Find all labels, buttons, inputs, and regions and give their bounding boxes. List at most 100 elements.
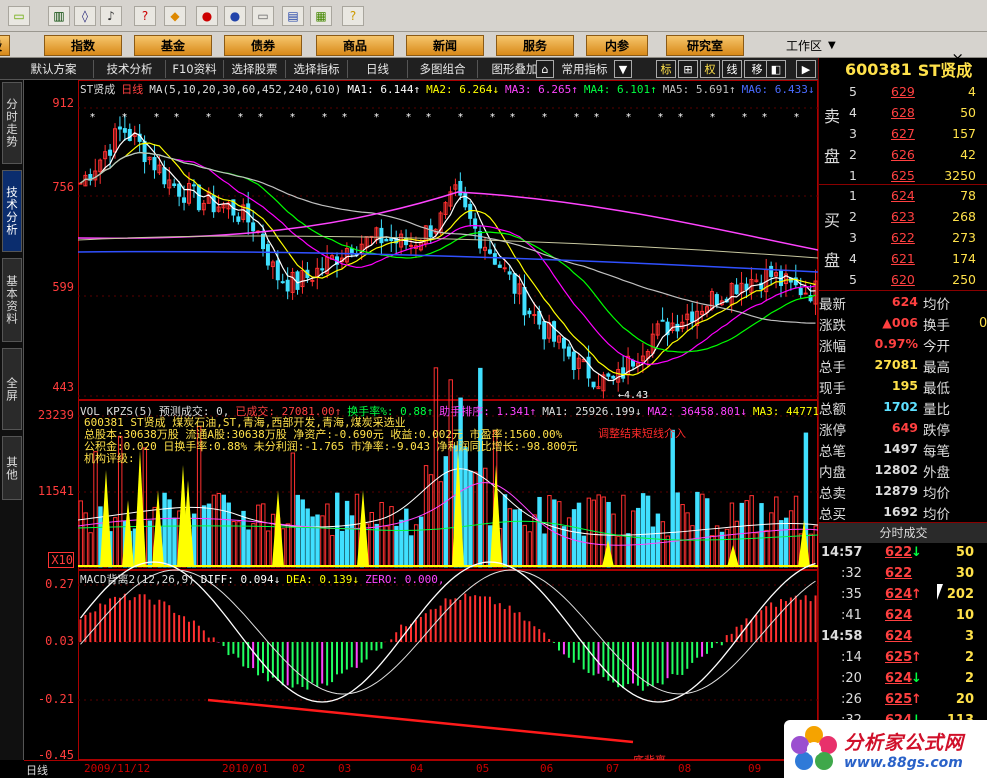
volume-bar — [586, 497, 592, 568]
candle-body — [280, 281, 285, 284]
chart-area[interactable]: * * * * * * * * * * * * * * * * * * * * * * * * * * ←4.43 ST贤成 日线 MA… — [77, 80, 847, 767]
level-number: 1 — [849, 188, 857, 203]
window-icon[interactable]: ▤ — [282, 6, 304, 26]
ticks-title[interactable]: 分时成交 — [819, 523, 987, 543]
signal-star: * — [574, 112, 579, 123]
orderbook-row[interactable]: 2 623 268 — [819, 207, 987, 228]
candle-body — [566, 346, 571, 357]
level-volume: 3250 — [944, 168, 976, 183]
menu-2[interactable]: 基金 — [134, 35, 212, 56]
orderbook-row[interactable]: 3 627 157 — [819, 124, 987, 145]
tick-row: 14:57 622 ↓ 50 — [819, 544, 987, 565]
candle-body — [78, 182, 83, 185]
level-price: 624 — [891, 188, 915, 203]
workspace-menu[interactable]: 工作区 ▼ × — [784, 35, 964, 67]
tick-price: 624 — [885, 629, 913, 644]
toolbar-button-0[interactable]: 默认方案 — [14, 60, 94, 78]
stock-header: 600381 ST贤成 — [819, 58, 987, 81]
toolbar-right-button-3[interactable]: 线 — [722, 60, 742, 78]
toolbar-right-button-6[interactable]: ▶ — [796, 60, 816, 78]
help-pointer-icon[interactable]: ? — [342, 6, 364, 26]
volume-bar — [675, 492, 680, 568]
chart-icon[interactable]: ▥ — [48, 6, 70, 26]
toolbar-right-button-2[interactable]: 权 — [700, 60, 720, 78]
quote-icon[interactable]: ? — [134, 6, 156, 26]
info-icon[interactable]: ● — [224, 6, 246, 26]
side-tab-3[interactable]: 全屏 — [2, 348, 22, 430]
toolbar-button-8[interactable]: 常用指标 — [552, 60, 618, 78]
side-tab-4[interactable]: 其他 — [2, 436, 22, 500]
quote-stat-row: 现手 195 最低 — [819, 376, 987, 397]
signal-star: * — [154, 112, 159, 123]
date-tick-label: 03 — [338, 762, 352, 775]
toolbar-button-4[interactable]: 选择指标 — [286, 60, 348, 78]
toolbar-button-1[interactable]: 技术分析 — [94, 60, 166, 78]
books-icon[interactable]: ▦ — [310, 6, 332, 26]
chevron-down-icon[interactable]: ▼ — [828, 40, 836, 51]
toolbar-button-5[interactable]: 日线 — [348, 60, 408, 78]
candle-body — [586, 356, 591, 379]
signal-star: * — [122, 112, 127, 123]
toolbar-button-2[interactable]: F10资料 — [166, 60, 224, 78]
divergence-line — [207, 698, 634, 744]
diamond-icon[interactable]: ◆ — [164, 6, 186, 26]
side-tab-1[interactable]: 技术分析 — [2, 170, 22, 252]
toolbar-right-button-0[interactable]: 标 — [656, 60, 676, 78]
volume-bar — [463, 447, 468, 568]
orderbook-row[interactable]: 1 624 78 — [819, 186, 987, 207]
menu-6[interactable]: 服务 — [496, 35, 574, 56]
macd-header-item: MACD背离2(12,26,9) — [80, 573, 195, 586]
level-number: 4 — [849, 105, 857, 120]
stat-label-2: 外盘 — [923, 465, 950, 481]
level-price: 629 — [891, 84, 915, 99]
signal-star: * — [794, 112, 799, 123]
toolbar-right-button-1[interactable]: ⊞ — [678, 60, 698, 78]
print-icon[interactable]: ▭ — [252, 6, 274, 26]
toolbar-button-3[interactable]: 选择股票 — [224, 60, 286, 78]
volume-bar — [344, 500, 350, 568]
candle-body — [473, 218, 478, 229]
level-price: 622 — [891, 230, 915, 245]
menu-7[interactable]: 内参 — [586, 35, 648, 56]
menu-1[interactable]: 指数 — [44, 35, 122, 56]
orderbook-row[interactable]: 3 622 273 — [819, 228, 987, 249]
bubble-icon[interactable]: ● — [196, 6, 218, 26]
period-label[interactable]: 日线 — [26, 762, 48, 778]
level-number: 2 — [849, 209, 857, 224]
level-volume: 268 — [952, 209, 976, 224]
date-tick-label: 05 — [476, 762, 490, 775]
menu-3[interactable]: 债券 — [224, 35, 302, 56]
menu-5[interactable]: 新闻 — [406, 35, 484, 56]
signal-star: * — [374, 112, 379, 123]
find-icon[interactable]: ◊ — [74, 6, 96, 26]
date-tick-label: 06 — [540, 762, 554, 775]
level-price: 621 — [891, 251, 915, 266]
level-volume: 50 — [960, 105, 976, 120]
menu-8[interactable]: 研究室 — [666, 35, 744, 56]
orderbook-row[interactable]: 5 629 4 — [819, 82, 987, 103]
candle-body — [182, 197, 187, 203]
volume-bar — [749, 495, 754, 568]
menu-0[interactable]: 股 — [0, 35, 10, 56]
orderbook-row[interactable]: 4 628 50 — [819, 103, 987, 124]
side-tab-2[interactable]: 基本资料 — [2, 258, 22, 342]
volume-bar — [640, 493, 646, 568]
side-tab-0[interactable]: 分时走势 — [2, 82, 22, 164]
orderbook-row[interactable]: 5 620 250 — [819, 270, 987, 291]
toolbar-right-button-5[interactable]: ◧ — [766, 60, 786, 78]
orderbook-row[interactable]: 4 621 174 — [819, 249, 987, 270]
volume-bar — [478, 367, 483, 568]
toolbar-button-6[interactable]: 多图组合 — [408, 60, 478, 78]
connect-icon[interactable]: ▭ — [8, 6, 30, 26]
tick-volume: 202 — [946, 587, 974, 602]
candle-body — [196, 184, 201, 211]
level-price: 623 — [891, 209, 915, 224]
candle-body — [591, 381, 596, 388]
lock-icon[interactable]: ⌂ — [536, 60, 554, 78]
orderbook-row[interactable]: 2 626 42 — [819, 145, 987, 166]
alarm-icon[interactable]: ♪ — [100, 6, 122, 26]
volume-bar — [532, 514, 537, 568]
dropdown-icon[interactable]: ▼ — [614, 60, 632, 78]
menu-4[interactable]: 商品 — [316, 35, 394, 56]
volume-bar — [206, 503, 212, 568]
